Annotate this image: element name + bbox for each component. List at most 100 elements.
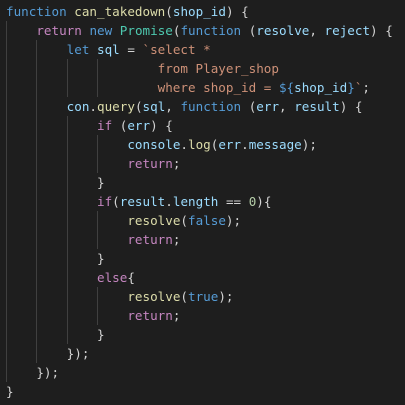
code-token: else [97,270,128,285]
code-token: let [66,42,90,57]
code-token: ( [180,289,188,304]
code-line[interactable]: let sql = `select * [6,40,393,59]
code-token: } [6,175,105,190]
code-token: Promise [119,23,173,38]
code-line[interactable]: console.log(err.message); [6,135,393,154]
code-token: } [347,80,355,95]
code-token: length [172,194,219,209]
code-token: log [188,137,211,152]
code-token: err [127,118,151,133]
code-token: shop_id [294,80,348,95]
code-token: , [309,23,325,38]
code-token: err [218,137,242,152]
code-token: == [218,194,249,209]
code-token: if [97,194,113,209]
code-token: } [6,384,14,399]
code-line[interactable]: resolve(true); [6,287,393,306]
code-token: result [294,99,340,114]
code-line[interactable]: return; [6,306,393,325]
code-token: con [66,99,90,114]
code-token: ); [218,289,234,304]
code-token: { [127,270,135,285]
code-token: . [180,137,188,152]
code-token: , [279,99,295,114]
code-token: reject [324,23,371,38]
code-line[interactable]: } [6,173,393,192]
code-token: return [127,308,173,323]
code-token: } [6,251,105,266]
code-token: function [6,4,67,19]
code-token: ) { [370,23,393,38]
code-line[interactable]: return; [6,154,393,173]
code-line[interactable]: function can_takedown(shop_id) { [6,2,393,21]
code-token: ; [172,156,181,171]
code-token: ); [225,213,242,228]
code-line[interactable]: return new Promise(function (resolve, re… [6,21,393,40]
code-editor[interactable]: function can_takedown(shop_id) { return … [0,0,405,405]
code-token: ( [180,213,188,228]
code-token: ; [362,80,370,95]
code-line[interactable]: resolve(false); [6,211,393,230]
code-token: ) { [150,118,173,133]
code-token: ( [165,4,173,19]
code-token: query [97,99,135,114]
code-token: } [6,327,105,342]
code-token: ( [134,99,143,114]
code-line[interactable]: con.query(sql, function (err, result) { [6,97,393,116]
code-token: console [127,137,181,152]
code-token: err [256,99,280,114]
code-line[interactable]: where shop_id = ${shop_id}`; [6,78,393,97]
code-token: function [180,23,242,38]
code-token: ( [241,99,257,114]
code-token: from Player_shop [6,61,279,76]
code-token: ( [112,118,128,133]
code-token: where shop_id = [6,80,279,95]
code-token: ){ [256,194,272,209]
code-token: sql [97,42,120,57]
code-token: resolve [256,23,310,38]
code-token: ; [172,308,181,323]
code-token: ( [112,194,120,209]
code-line[interactable]: else{ [6,268,393,287]
code-token: . [241,137,249,152]
code-text[interactable]: function can_takedown(shop_id) { return … [6,2,393,401]
code-line[interactable]: if(result.length == 0){ [6,192,393,211]
code-token: return [127,232,173,247]
code-token: return [127,156,173,171]
code-line[interactable]: from Player_shop [6,59,393,78]
code-line[interactable]: return; [6,230,393,249]
code-token: }); [6,365,60,380]
code-token: . [165,194,173,209]
code-token: if [97,118,113,133]
code-line[interactable]: }); [6,363,393,382]
code-token: , [165,99,181,114]
code-token: resolve [127,289,181,304]
code-line[interactable]: } [6,249,393,268]
code-token: function [180,99,242,114]
code-line[interactable]: } [6,325,393,344]
code-line[interactable]: }); [6,344,393,363]
code-token: can_takedown [74,4,166,19]
code-line[interactable]: if (err) { [6,116,393,135]
code-line[interactable]: } [6,382,393,401]
code-token: ) { [339,99,363,114]
code-token: sql [142,99,166,114]
code-token: shop_id [172,4,226,19]
code-token: resolve [127,213,181,228]
code-token: }); [6,346,90,361]
code-token: `select * [142,42,211,57]
code-token: ); [301,137,317,152]
code-token: ( [241,23,257,38]
